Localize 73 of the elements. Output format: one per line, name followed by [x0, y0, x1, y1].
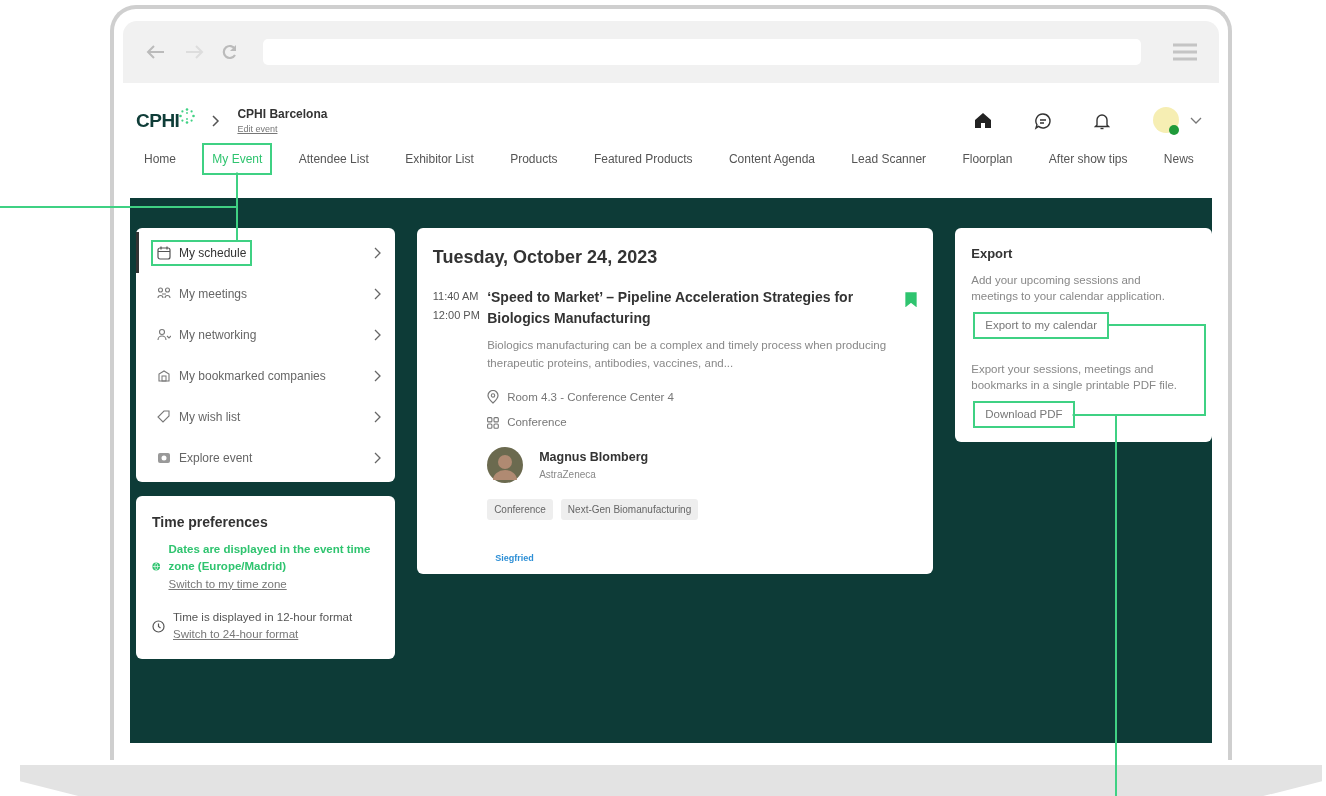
user-avatar[interactable]: [1152, 105, 1182, 136]
export-button[interactable]: Export to my calendar: [975, 313, 1108, 337]
clock-icon: [152, 619, 165, 633]
speaker-photo-placeholder: [487, 447, 524, 484]
nav-tab[interactable]: Products: [502, 144, 566, 173]
end-time: 12:00 PM: [432, 307, 481, 323]
menu-item[interactable]: My schedule: [136, 232, 395, 273]
nav-tab[interactable]: Exhibitor List: [397, 144, 482, 173]
speaker-name[interactable]: Magnus Blomberg: [539, 448, 649, 467]
chevron-right-icon: [372, 410, 381, 423]
session-title[interactable]: ‘Speed to Market’ – Pipeline Acceleration Strategies for Biologics Manufacturing: [487, 287, 898, 329]
export-description: Add your upcoming sessions and meetings to your calendar application.: [971, 272, 1166, 304]
logo-text[interactable]: CPHI: [136, 106, 180, 135]
sponsor-logo-text: Siegfried: [495, 553, 534, 564]
chevron-right-icon: [372, 369, 381, 382]
nav-tab[interactable]: Floorplan: [954, 144, 1021, 173]
menu-item[interactable]: My networking: [136, 314, 395, 355]
tag: Next-Gen Biomanufacturing: [560, 499, 699, 521]
sparkle-logo-icon: [179, 107, 196, 124]
tag-icon: [157, 409, 171, 424]
event-name: CPHI Barcelona: [237, 106, 328, 123]
menu-text: My wish list: [179, 408, 241, 426]
back-arrow-icon[interactable]: [145, 44, 167, 60]
nav-tab[interactable]: Lead Scanner: [843, 144, 935, 173]
nav-tab[interactable]: Attendee List: [290, 144, 377, 173]
menu-item[interactable]: My wish list: [136, 396, 395, 437]
chevron-right-icon: [372, 451, 381, 464]
building-icon: [157, 368, 171, 383]
session-location: Room 4.3 - Conference Center 4: [507, 389, 674, 405]
edit-event-link[interactable]: Edit event: [237, 123, 328, 137]
reload-icon[interactable]: [221, 43, 239, 61]
location-pin-icon: [487, 390, 500, 405]
nav-tab[interactable]: Content Agenda: [720, 144, 823, 173]
home-icon[interactable]: [974, 112, 992, 130]
tag: Conference: [487, 499, 553, 521]
nav-tab[interactable]: News: [1155, 144, 1202, 173]
chat-bubble-icon[interactable]: [1034, 111, 1052, 130]
menu-item[interactable]: My meetings: [136, 273, 395, 314]
session-type: Conference: [507, 414, 567, 430]
nav-tab[interactable]: Featured Products: [585, 144, 701, 173]
session-description: Biologics manufacturing can be a complex and timely process when producing therapeutic proteins, antibodies, vaccines, and...: [487, 338, 888, 371]
people-icon: [157, 286, 171, 301]
chevron-down-icon[interactable]: [1190, 116, 1202, 125]
menu-item[interactable]: My bookmarked companies: [136, 355, 395, 396]
menu-text: My meetings: [179, 285, 248, 303]
chevron-right-icon: [372, 246, 381, 259]
export-description: Export your sessions, meetings and bookmarks in a single printable PDF file.: [971, 361, 1179, 394]
preference-link[interactable]: Switch to 24-hour format: [173, 626, 353, 644]
menu-item[interactable]: Explore event: [136, 437, 395, 478]
speaker-company: AstraZeneca: [539, 468, 597, 482]
preference-link[interactable]: Switch to my time zone: [168, 575, 379, 593]
menu-text: Explore event: [179, 449, 253, 467]
nav-tab[interactable]: Home: [136, 144, 184, 173]
export-button[interactable]: Download PDF: [975, 403, 1073, 427]
preference-text: Dates are displayed in the event time zone (Europe/Madrid): [168, 542, 372, 575]
start-time: 11:40 AM: [432, 289, 480, 304]
menu-text: My networking: [179, 326, 257, 344]
nav-tab[interactable]: After show tips: [1040, 144, 1136, 173]
card-title: Time preferences: [152, 513, 269, 532]
menu-icon[interactable]: [1173, 43, 1197, 61]
chevron-right-icon: [211, 113, 222, 128]
grid-icon: [487, 416, 500, 429]
person-icon: [157, 327, 171, 342]
calendar-icon: [157, 245, 171, 260]
date-heading: Tuesday, October 24, 2023: [432, 246, 659, 269]
card-title: Export: [971, 245, 1014, 263]
menu-text: My schedule: [179, 244, 247, 262]
preference-text: Time is displayed in 12-hour format: [173, 609, 353, 625]
menu-text: My bookmarked companies: [179, 367, 326, 385]
chevron-right-icon: [372, 328, 381, 341]
chevron-right-icon: [372, 287, 381, 300]
bell-icon[interactable]: [1094, 111, 1110, 130]
bookmark-icon[interactable]: [905, 292, 918, 308]
